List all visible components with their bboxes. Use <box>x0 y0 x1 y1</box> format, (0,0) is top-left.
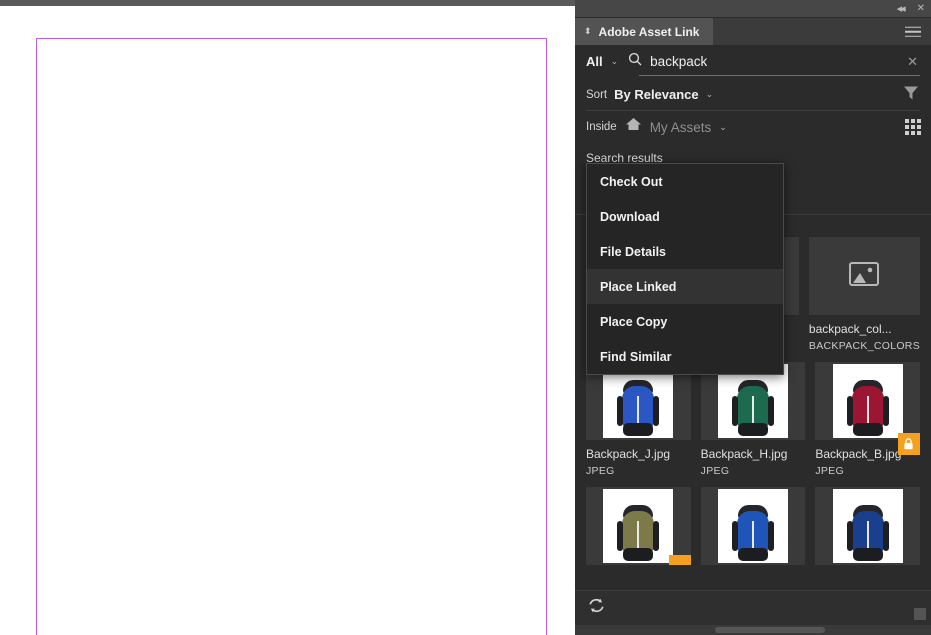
asset-image <box>603 364 674 438</box>
refresh-icon[interactable] <box>587 596 606 620</box>
context-menu-item-check-out[interactable]: Check Out <box>587 164 783 199</box>
context-menu-item-find-similar[interactable]: Find Similar <box>587 339 783 374</box>
chevron-down-icon[interactable]: ⌄ <box>706 89 714 100</box>
context-menu-item-label: Download <box>600 209 660 224</box>
asset-thumbnail[interactable] <box>808 237 920 315</box>
context-menu-item-place-linked[interactable]: Place Linked <box>587 269 783 304</box>
asset-image <box>603 489 674 563</box>
close-icon[interactable]: ✕ <box>917 4 925 14</box>
sort-label: Sort <box>586 88 608 101</box>
asset-image <box>832 364 903 438</box>
grid-view-icon[interactable] <box>905 119 921 135</box>
chevron-down-icon[interactable]: ⌄ <box>719 122 727 133</box>
asset-card[interactable] <box>700 487 806 565</box>
search-row: All ⌄ backpack ✕ <box>575 45 931 78</box>
asset-thumbnail[interactable] <box>586 487 691 565</box>
asset-grid-row-2: Backpack_J.jpg JPEG Backpack_H.jpg JPEG … <box>586 362 920 477</box>
window-controls: ◂◂ ✕ <box>897 0 925 18</box>
resize-grip[interactable] <box>914 608 926 620</box>
inside-folder-value[interactable]: My Assets <box>650 120 712 135</box>
scrollbar-thumb[interactable] <box>715 627 825 633</box>
asset-card[interactable] <box>586 487 691 565</box>
checked-out-lock-badge <box>897 433 920 455</box>
artboard[interactable] <box>36 38 547 635</box>
context-menu[interactable]: Check Out Download File Details Place Li… <box>586 163 784 375</box>
drag-handle-icon[interactable]: ⬍ <box>584 26 592 37</box>
asset-image <box>832 489 903 563</box>
tab-adobe-asset-link[interactable]: ⬍ Adobe Asset Link <box>575 18 714 45</box>
filter-icon[interactable] <box>902 83 920 106</box>
asset-thumbnail[interactable] <box>815 487 920 565</box>
horizontal-scrollbar[interactable] <box>575 625 931 635</box>
asset-grid-row-3 <box>586 487 920 565</box>
context-menu-item-label: Place Linked <box>600 279 677 294</box>
chevron-down-icon[interactable]: ⌄ <box>611 56 619 67</box>
document-canvas[interactable] <box>0 0 575 635</box>
home-icon[interactable] <box>625 117 642 137</box>
image-placeholder-icon <box>849 261 880 291</box>
asset-card[interactable]: Backpack_J.jpg JPEG <box>586 362 691 477</box>
context-menu-item-place-copy[interactable]: Place Copy <box>587 304 783 339</box>
search-input[interactable]: backpack <box>650 54 897 69</box>
panel-bottom-bar <box>575 590 931 625</box>
context-menu-item-label: Find Similar <box>600 349 672 364</box>
sort-value[interactable]: By Relevance <box>614 87 699 102</box>
asset-card[interactable]: Backpack_H.jpg JPEG <box>700 362 806 477</box>
asset-card[interactable]: backpack_col... BACKPACK_COLORS <box>808 237 920 352</box>
context-menu-item-file-details[interactable]: File Details <box>587 234 783 269</box>
canvas-top-bar <box>0 0 575 6</box>
panel-title-bar: ◂◂ ✕ <box>575 0 931 18</box>
inside-row: Inside My Assets ⌄ <box>575 111 931 143</box>
search-underline <box>639 75 920 76</box>
asset-type: JPEG <box>700 465 730 477</box>
asset-image <box>717 364 788 438</box>
context-menu-item-label: File Details <box>600 244 666 259</box>
panel-menu-icon[interactable] <box>905 23 921 40</box>
asset-name: Backpack_J.jpg <box>586 447 671 461</box>
checked-out-lock-badge <box>668 555 691 565</box>
panel-tab-bar: ⬍ Adobe Asset Link <box>575 18 931 45</box>
asset-image <box>717 489 788 563</box>
adobe-asset-link-panel: ◂◂ ✕ ⬍ Adobe Asset Link All ⌄ backpack ✕… <box>575 0 931 635</box>
search-icon <box>628 52 642 71</box>
asset-card[interactable]: Backpack_B.jpg JPEG <box>815 362 920 477</box>
application-window: ◂◂ ✕ ⬍ Adobe Asset Link All ⌄ backpack ✕… <box>0 0 931 635</box>
asset-thumbnail[interactable] <box>815 362 920 440</box>
asset-type: JPEG <box>586 465 615 477</box>
asset-card[interactable] <box>815 487 920 565</box>
asset-type: JPEG <box>815 465 844 477</box>
inside-label: Inside <box>586 121 617 133</box>
asset-name: Backpack_H.jpg <box>700 447 788 461</box>
asset-thumbnail[interactable] <box>700 487 806 565</box>
asset-type: BACKPACK_COLORS <box>808 340 920 352</box>
clear-search-icon[interactable]: ✕ <box>905 54 920 70</box>
search-scope-label[interactable]: All <box>586 54 603 69</box>
context-menu-item-label: Check Out <box>600 174 663 189</box>
context-menu-item-download[interactable]: Download <box>587 199 783 234</box>
context-menu-item-label: Place Copy <box>600 314 668 329</box>
asset-name: backpack_col... <box>808 322 892 336</box>
sort-row: Sort By Relevance ⌄ <box>575 78 931 111</box>
panel-tab-label: Adobe Asset Link <box>598 24 700 39</box>
collapse-icon[interactable]: ◂◂ <box>897 3 906 15</box>
